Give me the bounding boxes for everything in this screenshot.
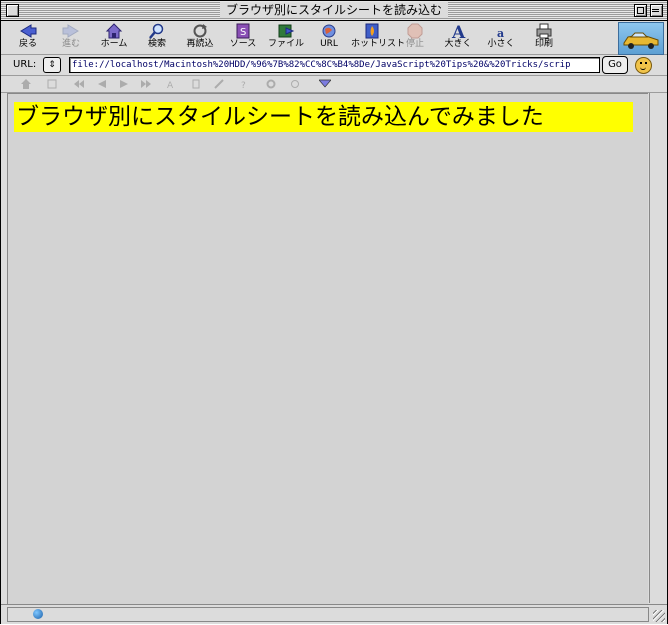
zoom-box[interactable] — [634, 4, 647, 17]
window-title: ブラウザ別にスタイルシートを読み込む — [219, 2, 449, 18]
secondary-toolbar: A ? — [1, 76, 667, 93]
resize-grip-icon[interactable] — [653, 610, 665, 622]
url-bar: URL: ⇕ file://localhost/Macintosh%20HDD/… — [1, 55, 667, 76]
globe-icon — [33, 609, 43, 619]
font-small-icon[interactable]: A — [166, 79, 176, 91]
url-button[interactable]: URL — [308, 23, 350, 53]
settings-small-icon[interactable] — [266, 79, 276, 89]
smiley-icon[interactable] — [635, 57, 652, 74]
file-icon — [277, 23, 295, 39]
svg-text:a: a — [497, 27, 504, 39]
stop-icon — [406, 23, 424, 39]
last-page-icon[interactable] — [141, 79, 151, 89]
font-smaller-icon: a — [492, 23, 510, 40]
reload-icon — [191, 23, 209, 39]
svg-text:A: A — [451, 23, 466, 39]
forward-button[interactable]: 進む — [50, 23, 92, 53]
toolbar: 戻る 進む ホーム 検索 再読込 S ソース ファイル URL ホットリスト 停… — [1, 21, 667, 55]
collapse-box[interactable] — [650, 4, 663, 17]
sync-small-icon[interactable] — [290, 79, 300, 89]
url-input[interactable]: file://localhost/Macintosh%20HDD/%96%7B%… — [69, 57, 600, 73]
status-bar — [1, 604, 667, 624]
disclosure-triangle-icon[interactable] — [318, 79, 332, 89]
back-button[interactable]: 戻る — [7, 23, 49, 53]
print-icon — [535, 23, 553, 39]
car-logo-icon — [623, 32, 659, 49]
page-content: ブラウザ別にスタイルシートを読み込んでみました — [7, 93, 648, 604]
go-button[interactable]: Go — [602, 56, 628, 74]
font-smaller-button[interactable]: a 小さく — [480, 23, 522, 53]
forward-arrow-icon — [62, 23, 80, 39]
svg-text:?: ? — [241, 81, 246, 89]
status-field — [7, 607, 649, 622]
font-larger-button[interactable]: A 大きく — [437, 23, 479, 53]
svg-text:S: S — [240, 27, 246, 38]
bookmark-small-icon[interactable] — [191, 79, 201, 89]
source-icon: S — [234, 23, 252, 39]
browser-window: ブラウザ別にスタイルシートを読み込む 戻る 進む ホーム 検索 再読込 S ソー… — [0, 0, 668, 624]
grid-small-icon[interactable] — [47, 79, 57, 89]
title-bar[interactable]: ブラウザ別にスタイルシートを読み込む — [1, 1, 667, 21]
browser-logo[interactable] — [618, 22, 664, 55]
file-button[interactable]: ファイル — [265, 23, 307, 53]
first-page-icon[interactable] — [74, 79, 84, 89]
help-small-icon[interactable]: ? — [239, 79, 249, 91]
up-down-arrows-icon: ⇕ — [48, 60, 56, 70]
home-button[interactable]: ホーム — [93, 23, 135, 53]
home-icon — [105, 23, 123, 39]
home-small-icon[interactable] — [21, 79, 31, 89]
url-label: URL: — [13, 59, 37, 70]
print-button[interactable]: 印刷 — [523, 23, 565, 53]
stop-button[interactable]: 停止 — [394, 23, 436, 53]
vertical-scrollbar[interactable] — [649, 93, 666, 603]
svg-text:A: A — [167, 81, 174, 89]
url-globe-icon — [320, 23, 338, 39]
close-box[interactable] — [6, 4, 19, 17]
search-icon — [148, 23, 166, 39]
page-heading: ブラウザ別にスタイルシートを読み込んでみました — [14, 102, 633, 132]
edit-small-icon[interactable] — [214, 79, 224, 89]
search-button[interactable]: 検索 — [136, 23, 178, 53]
font-larger-icon: A — [449, 23, 467, 43]
url-history-popup[interactable]: ⇕ — [43, 57, 61, 73]
next-page-icon[interactable] — [119, 79, 129, 89]
previous-page-icon[interactable] — [97, 79, 107, 89]
hotlist-button[interactable]: ホットリスト — [351, 23, 405, 53]
reload-button[interactable]: 再読込 — [179, 23, 221, 53]
back-arrow-icon — [19, 23, 37, 39]
hotlist-icon — [363, 23, 381, 39]
source-button[interactable]: S ソース — [222, 23, 264, 53]
